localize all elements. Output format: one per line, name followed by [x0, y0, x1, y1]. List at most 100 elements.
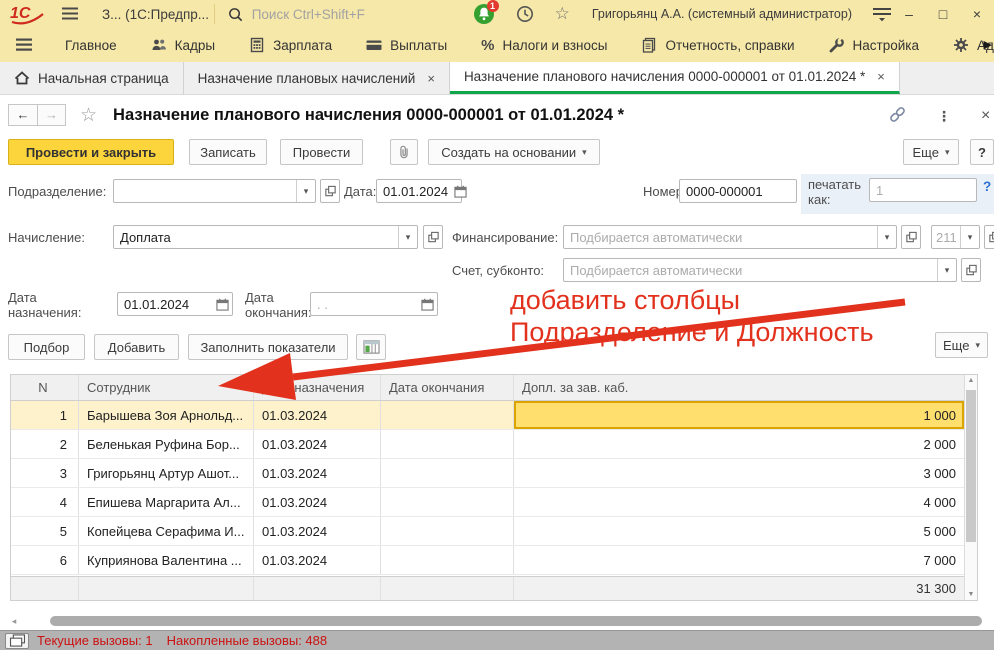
- dropdown-button: ▾: [937, 259, 956, 281]
- print-as-input[interactable]: 1: [869, 178, 977, 202]
- calendar-icon[interactable]: [454, 185, 467, 198]
- menu-item-hr[interactable]: Кадры: [134, 28, 232, 62]
- accrual-open-button[interactable]: [423, 225, 443, 249]
- selected-cell[interactable]: 1 000: [514, 401, 965, 429]
- accrual-combo[interactable]: Доплата ▾: [113, 225, 418, 249]
- history-icon[interactable]: [515, 4, 535, 24]
- tab-home-page[interactable]: Начальная страница: [0, 62, 184, 94]
- fill-indicators-button[interactable]: Заполнить показатели: [188, 334, 348, 360]
- department-open-button[interactable]: [320, 179, 340, 203]
- chevron-down-icon: ▾: [885, 232, 890, 243]
- scroll-left-icon[interactable]: ◂: [6, 616, 22, 627]
- help-button[interactable]: ?: [970, 139, 994, 165]
- tab-planned-accrual-document[interactable]: Назначение планового начисления 0000-000…: [450, 62, 900, 94]
- print-as-label: печатать как:: [808, 177, 866, 207]
- scrollbar-thumb[interactable]: [966, 390, 976, 542]
- column-header-end-date[interactable]: Дата окончания: [381, 375, 514, 400]
- discussions-bell-icon[interactable]: 1: [473, 3, 495, 25]
- financing-open-button[interactable]: [901, 225, 921, 249]
- menu-item-payments[interactable]: Выплаты: [349, 28, 464, 62]
- save-button[interactable]: Записать: [189, 139, 267, 165]
- table-row[interactable]: 2 Беленькая Руфина Бор... 01.03.2024 2 0…: [11, 430, 965, 459]
- tab-close-icon[interactable]: ×: [427, 71, 435, 86]
- column-header-amount[interactable]: Допл. за зав. каб.: [514, 375, 965, 400]
- menu-item-salary[interactable]: Зарплата: [232, 28, 349, 62]
- close-form-icon[interactable]: ×: [981, 107, 990, 125]
- payment-card-icon: [366, 37, 382, 53]
- add-row-button[interactable]: Добавить: [94, 334, 179, 360]
- table-row[interactable]: 6 Куприянова Валентина ... 01.03.2024 7 …: [11, 546, 965, 575]
- sections-panel-toggle-icon[interactable]: [14, 38, 34, 52]
- calls-monitor-icon[interactable]: [5, 633, 29, 649]
- calendar-icon[interactable]: [417, 298, 437, 311]
- scroll-up-icon[interactable]: ▲: [965, 377, 977, 384]
- table-row[interactable]: 1 Барышева Зоя Арнольд... 01.03.2024 1 0…: [11, 401, 965, 430]
- svg-text:1С: 1С: [10, 5, 31, 22]
- service-menu-icon[interactable]: [872, 7, 892, 21]
- horizontal-scrollbar[interactable]: ◂: [6, 614, 982, 628]
- department-combo[interactable]: ▾: [113, 179, 316, 203]
- paperclip-icon: [397, 144, 411, 160]
- menu-item-settings[interactable]: Настройка: [812, 28, 936, 62]
- forward-button[interactable]: →: [37, 104, 66, 126]
- close-window-button[interactable]: ×: [960, 6, 994, 22]
- number-input[interactable]: 0000-000001: [679, 179, 797, 203]
- post-button[interactable]: Провести: [280, 139, 363, 165]
- fill-table-icon-button[interactable]: [356, 334, 386, 360]
- total-amount: 31 300: [514, 577, 965, 600]
- table-vertical-scrollbar[interactable]: ▲ ▼: [964, 375, 977, 600]
- kosgu-code-combo[interactable]: 211 ▾: [931, 225, 980, 249]
- menu-overflow-arrow-icon[interactable]: ▶: [984, 38, 992, 51]
- report-doc-icon: [641, 37, 657, 53]
- table-row[interactable]: 3 Григорьянц Артур Ашот... 01.03.2024 3 …: [11, 459, 965, 488]
- tab-planned-accruals-list[interactable]: Назначение плановых начислений ×: [184, 62, 450, 94]
- scrollbar-thumb[interactable]: [50, 616, 982, 626]
- start-date-input[interactable]: 01.01.2024: [117, 292, 233, 316]
- maximize-button[interactable]: □: [926, 6, 960, 22]
- create-based-on-button[interactable]: Создать на основании ▾: [428, 139, 600, 165]
- dropdown-button: ▾: [960, 226, 979, 248]
- wrench-icon: [829, 37, 845, 53]
- minimize-button[interactable]: –: [892, 6, 926, 22]
- table-more-button[interactable]: Еще ▾: [935, 332, 988, 358]
- date-input[interactable]: 01.01.2024: [376, 179, 462, 203]
- column-header-employee[interactable]: Сотрудник: [79, 375, 254, 400]
- pick-button[interactable]: Подбор: [8, 334, 85, 360]
- more-menu-dots-icon[interactable]: ⋮: [937, 108, 951, 125]
- open-form-icon: [965, 264, 978, 277]
- account-combo[interactable]: Подбирается автоматически ▾: [563, 258, 957, 282]
- attachments-button[interactable]: [390, 139, 418, 165]
- search-placeholder: Поиск Ctrl+Shift+F: [252, 7, 365, 22]
- column-header-n[interactable]: N: [11, 375, 79, 400]
- more-actions-button[interactable]: Еще ▾: [903, 139, 959, 165]
- post-and-close-button[interactable]: Провести и закрыть: [8, 139, 174, 165]
- global-search-input[interactable]: Поиск Ctrl+Shift+F: [221, 0, 467, 28]
- app-window-tab[interactable]: З... (1С:Предпр...: [102, 7, 208, 22]
- scroll-down-icon[interactable]: ▼: [965, 591, 977, 598]
- table-row[interactable]: 4 Епишева Маргарита Ал... 01.03.2024 4 0…: [11, 488, 965, 517]
- scrollbar-track[interactable]: [22, 615, 982, 627]
- document-form: ← → ☆ Назначение планового начисления 00…: [0, 95, 994, 615]
- tab-close-icon[interactable]: ×: [877, 69, 885, 84]
- back-button[interactable]: ←: [8, 104, 37, 126]
- people-icon: [151, 37, 167, 53]
- menu-item-reports[interactable]: Отчетность, справки: [624, 28, 811, 62]
- column-header-start-date[interactable]: Дата назначения: [254, 375, 381, 400]
- get-link-icon[interactable]: [888, 105, 907, 127]
- main-menu-icon[interactable]: [60, 7, 80, 21]
- favorite-star-icon[interactable]: ☆: [80, 104, 97, 127]
- calendar-icon[interactable]: [212, 298, 232, 311]
- kosgu-open-button[interactable]: [984, 225, 994, 249]
- end-date-input[interactable]: . .: [310, 292, 438, 316]
- menu-item-taxes[interactable]: % Налоги и взносы: [464, 28, 624, 62]
- open-form-icon: [427, 231, 440, 244]
- chevron-down-icon: ▾: [406, 232, 411, 243]
- current-user-label: Григорьянц А.А. (системный администратор…: [592, 7, 852, 21]
- financing-combo[interactable]: Подбирается автоматически ▾: [563, 225, 897, 249]
- favorites-star-icon[interactable]: ☆: [555, 4, 570, 24]
- menu-item-main[interactable]: Главное: [48, 28, 134, 62]
- print-as-help-link[interactable]: ?: [983, 179, 991, 194]
- account-open-button[interactable]: [961, 258, 981, 282]
- date-label: Дата:: [344, 184, 376, 199]
- table-row[interactable]: 5 Копейцева Серафима И... 01.03.2024 5 0…: [11, 517, 965, 546]
